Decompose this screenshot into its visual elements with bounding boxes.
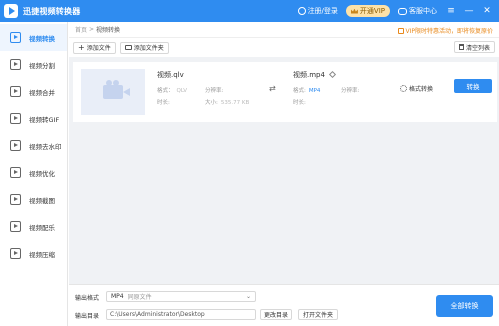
format-settings-button[interactable]: 格式转换 bbox=[400, 84, 433, 93]
file-item: 视频.qlv 格式： QLV 分辨率: 时长: 大小: 535.77 KB ⇄ 视频… bbox=[73, 62, 497, 122]
promo-notice-text: VIP限时特惠活动，即将恢复原价 bbox=[405, 28, 494, 35]
sidebar-item-video-screenshot[interactable]: 视频截图 bbox=[0, 186, 67, 213]
video-merge-icon bbox=[10, 86, 21, 97]
vip-button[interactable]: 开通VIP bbox=[345, 5, 390, 17]
video-music-icon bbox=[10, 221, 21, 232]
sidebar-item-label: 视频去水印 bbox=[29, 142, 62, 151]
help-label: 客服中心 bbox=[409, 7, 437, 15]
output-format-label: 输出格式 bbox=[75, 295, 100, 302]
title-bar: 迅捷视频转换器 注册/登录 开通VIP 客服中心 ≡ — ✕ bbox=[0, 0, 499, 22]
chevron-down-icon: ⌄ bbox=[245, 293, 251, 300]
output-format-select[interactable]: MP4 同原文件 ⌄ bbox=[106, 291, 256, 302]
target-duration: 时长: bbox=[293, 100, 306, 106]
add-file-label: 添加文件 bbox=[86, 45, 111, 52]
video-gif-icon bbox=[10, 113, 21, 124]
app-logo-icon bbox=[4, 4, 18, 18]
plus-icon: + bbox=[78, 42, 85, 52]
main-panel: 首页 > 视频转换 VIP限时特惠活动，即将恢复原价 + 添加文件 添加文件夹 … bbox=[69, 22, 499, 326]
change-dir-button[interactable]: 更改目录 bbox=[260, 309, 292, 320]
source-duration: 时长: bbox=[157, 100, 170, 106]
help-center-button[interactable]: 客服中心 bbox=[398, 6, 437, 16]
app-title: 迅捷视频转换器 bbox=[23, 6, 81, 16]
output-quality-value: 同原文件 bbox=[127, 294, 152, 301]
video-compress-icon bbox=[10, 248, 21, 259]
chat-icon bbox=[398, 7, 407, 15]
format-settings-label: 格式转换 bbox=[409, 86, 434, 93]
toolbar: + 添加文件 添加文件夹 bbox=[69, 38, 499, 57]
login-button[interactable]: 注册/登录 bbox=[297, 6, 338, 16]
add-folder-label: 添加文件夹 bbox=[133, 45, 164, 52]
target-resolution: 分辨率: bbox=[341, 88, 360, 94]
video-convert-icon bbox=[10, 32, 21, 43]
sidebar-item-label: 视频转换 bbox=[29, 34, 55, 43]
source-resolution: 分辨率: bbox=[205, 88, 224, 94]
video-optimize-icon bbox=[10, 167, 21, 178]
sidebar-item-video-optimize[interactable]: 视频优化 bbox=[0, 159, 67, 186]
sidebar-item-label: 视频压缩 bbox=[29, 250, 55, 259]
output-dir-field[interactable]: C:\Users\Administrator\Desktop bbox=[106, 309, 256, 320]
source-size: 大小: 535.77 KB bbox=[205, 100, 250, 106]
video-thumbnail bbox=[81, 69, 145, 115]
output-format-value: MP4 bbox=[111, 293, 124, 300]
add-file-button[interactable]: + 添加文件 bbox=[73, 41, 116, 54]
video-screenshot-icon bbox=[10, 194, 21, 205]
sidebar-item-watermark-remove[interactable]: 视频去水印 bbox=[0, 132, 67, 159]
convert-arrow-icon: ⇄ bbox=[269, 84, 276, 93]
video-split-icon bbox=[10, 59, 21, 70]
convert-all-button[interactable]: 全部转换 bbox=[436, 295, 493, 317]
bottom-bar: 输出格式 MP4 同原文件 ⌄ 输出目录 C:\Users\Administra… bbox=[69, 284, 499, 326]
trash-icon bbox=[458, 44, 464, 50]
sidebar-item-video-gif[interactable]: 视频转GIF bbox=[0, 105, 67, 132]
target-file-name-row: 视频.mp4 bbox=[293, 70, 337, 80]
sidebar: 视频转换 视频分割 视频合并 视频转GIF 视频去水印 视频优化 视频截图 视频… bbox=[0, 22, 68, 326]
close-button[interactable]: ✕ bbox=[481, 5, 493, 17]
source-format: 格式： QLV bbox=[157, 88, 188, 94]
clear-list-button[interactable]: 清空列表 bbox=[453, 41, 495, 53]
sidebar-item-label: 视频优化 bbox=[29, 169, 55, 178]
add-folder-button[interactable]: 添加文件夹 bbox=[119, 41, 169, 54]
sidebar-item-label: 视频合并 bbox=[29, 88, 55, 97]
gear-icon bbox=[400, 85, 407, 92]
open-folder-button[interactable]: 打开文件夹 bbox=[298, 309, 338, 320]
output-dir-label: 输出目录 bbox=[75, 313, 100, 320]
target-file-name: 视频.mp4 bbox=[293, 71, 325, 79]
edit-icon[interactable] bbox=[329, 70, 337, 79]
breadcrumb-separator: > bbox=[89, 26, 95, 33]
breadcrumb-home[interactable]: 首页 bbox=[75, 25, 87, 34]
source-file-name: 视频.qlv bbox=[157, 71, 184, 79]
video-camera-icon bbox=[103, 80, 130, 99]
minimize-button[interactable]: — bbox=[463, 5, 475, 17]
sidebar-item-video-compress[interactable]: 视频压缩 bbox=[0, 240, 67, 267]
sidebar-item-label: 视频分割 bbox=[29, 61, 55, 70]
breadcrumb-current: 视频转换 bbox=[96, 27, 121, 34]
sidebar-item-video-split[interactable]: 视频分割 bbox=[0, 51, 67, 78]
convert-button[interactable]: 转换 bbox=[454, 79, 492, 93]
menu-icon[interactable]: ≡ bbox=[445, 5, 457, 17]
folder-icon bbox=[124, 45, 132, 50]
sidebar-item-label: 视频截图 bbox=[29, 196, 55, 205]
sidebar-item-label: 视频转GIF bbox=[29, 115, 60, 124]
notice-icon bbox=[397, 27, 404, 34]
vip-label: 开通VIP bbox=[359, 7, 385, 15]
watermark-remove-icon bbox=[10, 140, 21, 151]
login-label: 注册/登录 bbox=[307, 7, 338, 15]
sidebar-item-video-convert[interactable]: 视频转换 bbox=[0, 24, 67, 51]
user-icon bbox=[297, 7, 306, 15]
crown-icon bbox=[350, 8, 358, 14]
clear-list-label: 清空列表 bbox=[465, 44, 490, 52]
target-format: 格式: MP4 bbox=[293, 88, 321, 94]
sidebar-item-video-merge[interactable]: 视频合并 bbox=[0, 78, 67, 105]
sidebar-item-video-music[interactable]: 视频配乐 bbox=[0, 213, 67, 240]
promo-notice[interactable]: VIP限时特惠活动，即将恢复原价 bbox=[397, 26, 494, 35]
sidebar-item-label: 视频配乐 bbox=[29, 223, 55, 232]
